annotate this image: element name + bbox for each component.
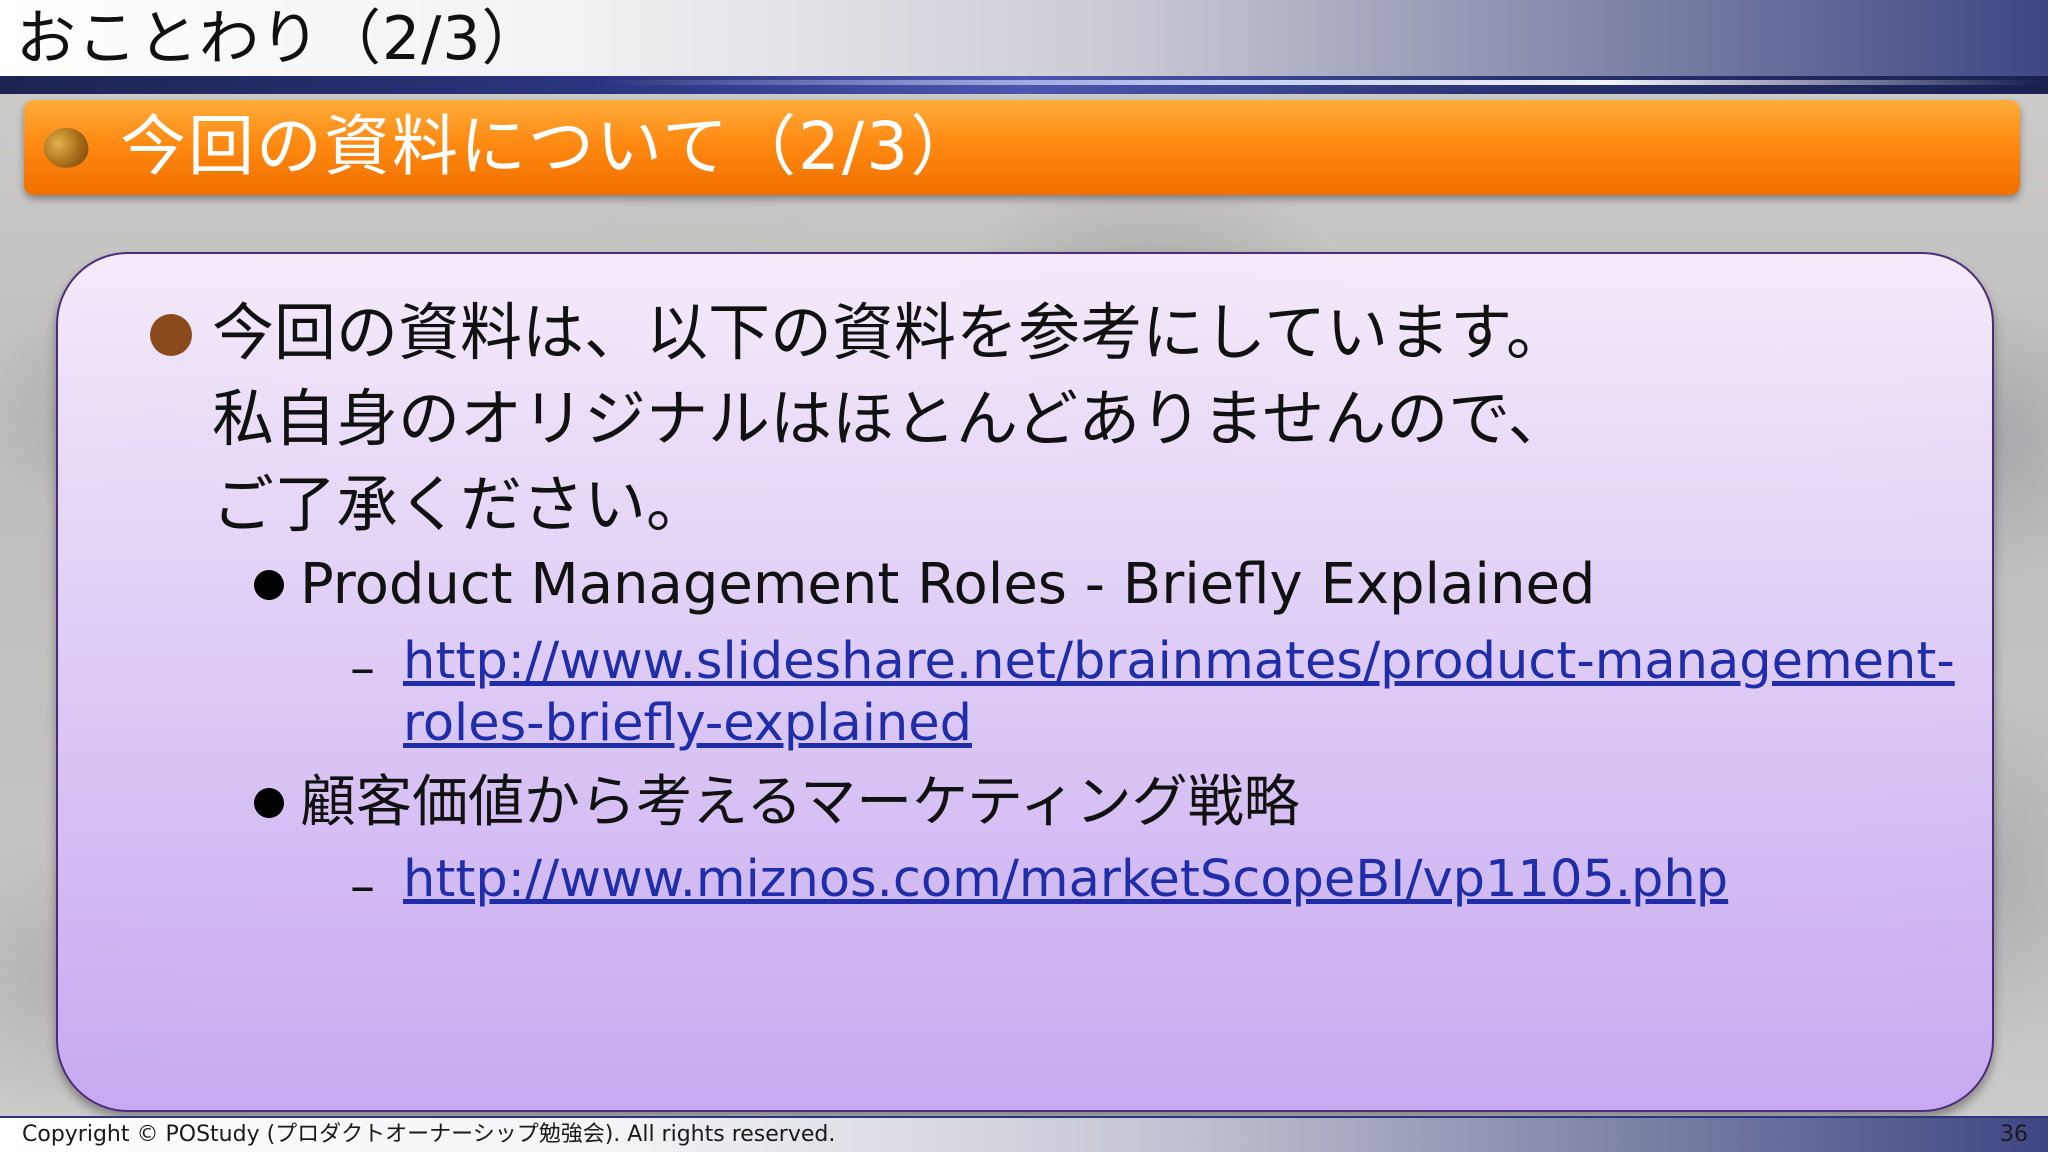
nugget-icon xyxy=(40,123,92,173)
page-number: 36 xyxy=(2000,1122,2028,1147)
reference-link-1-line-2[interactable]: roles-briefly-explained xyxy=(403,692,972,756)
reference-dash-1: – xyxy=(350,639,375,697)
title-divider-stripe xyxy=(0,76,2048,94)
main-bullet-icon xyxy=(150,314,192,356)
slide: おことわり（2/3） 今回の資料について（2/3） 今回の資料は、以下の資料を参… xyxy=(0,0,2048,1152)
body-line-2: 私自身のオリジナルはほとんどありませんので、 xyxy=(212,382,1570,455)
reference-bullet-icon xyxy=(254,570,284,600)
slide-title: おことわり（2/3） xyxy=(16,4,543,74)
body-line-1: 今回の資料は、以下の資料を参考にしています。 xyxy=(212,296,1568,369)
reference-bullet-icon xyxy=(254,788,284,818)
title-bar: おことわり（2/3） xyxy=(0,0,2048,76)
reference-title-1: Product Management Roles - Briefly Expla… xyxy=(300,552,1596,617)
body-line-3: ご了承ください。 xyxy=(212,468,709,541)
reference-dash-2: – xyxy=(350,857,375,915)
reference-title-2: 顧客価値から考えるマーケティング戦略 xyxy=(300,770,1300,835)
title-divider-highlight xyxy=(600,80,2040,85)
section-header: 今回の資料について（2/3） xyxy=(24,100,2020,195)
section-title: 今回の資料について（2/3） xyxy=(120,108,979,185)
reference-link-2[interactable]: http://www.miznos.com/marketScopeBI/vp11… xyxy=(403,848,1728,912)
copyright-text: Copyright © POStudy (プロダクトオーナーシップ勉強会). A… xyxy=(22,1122,836,1147)
reference-link-1-line-1[interactable]: http://www.slideshare.net/brainmates/pro… xyxy=(403,630,1955,694)
